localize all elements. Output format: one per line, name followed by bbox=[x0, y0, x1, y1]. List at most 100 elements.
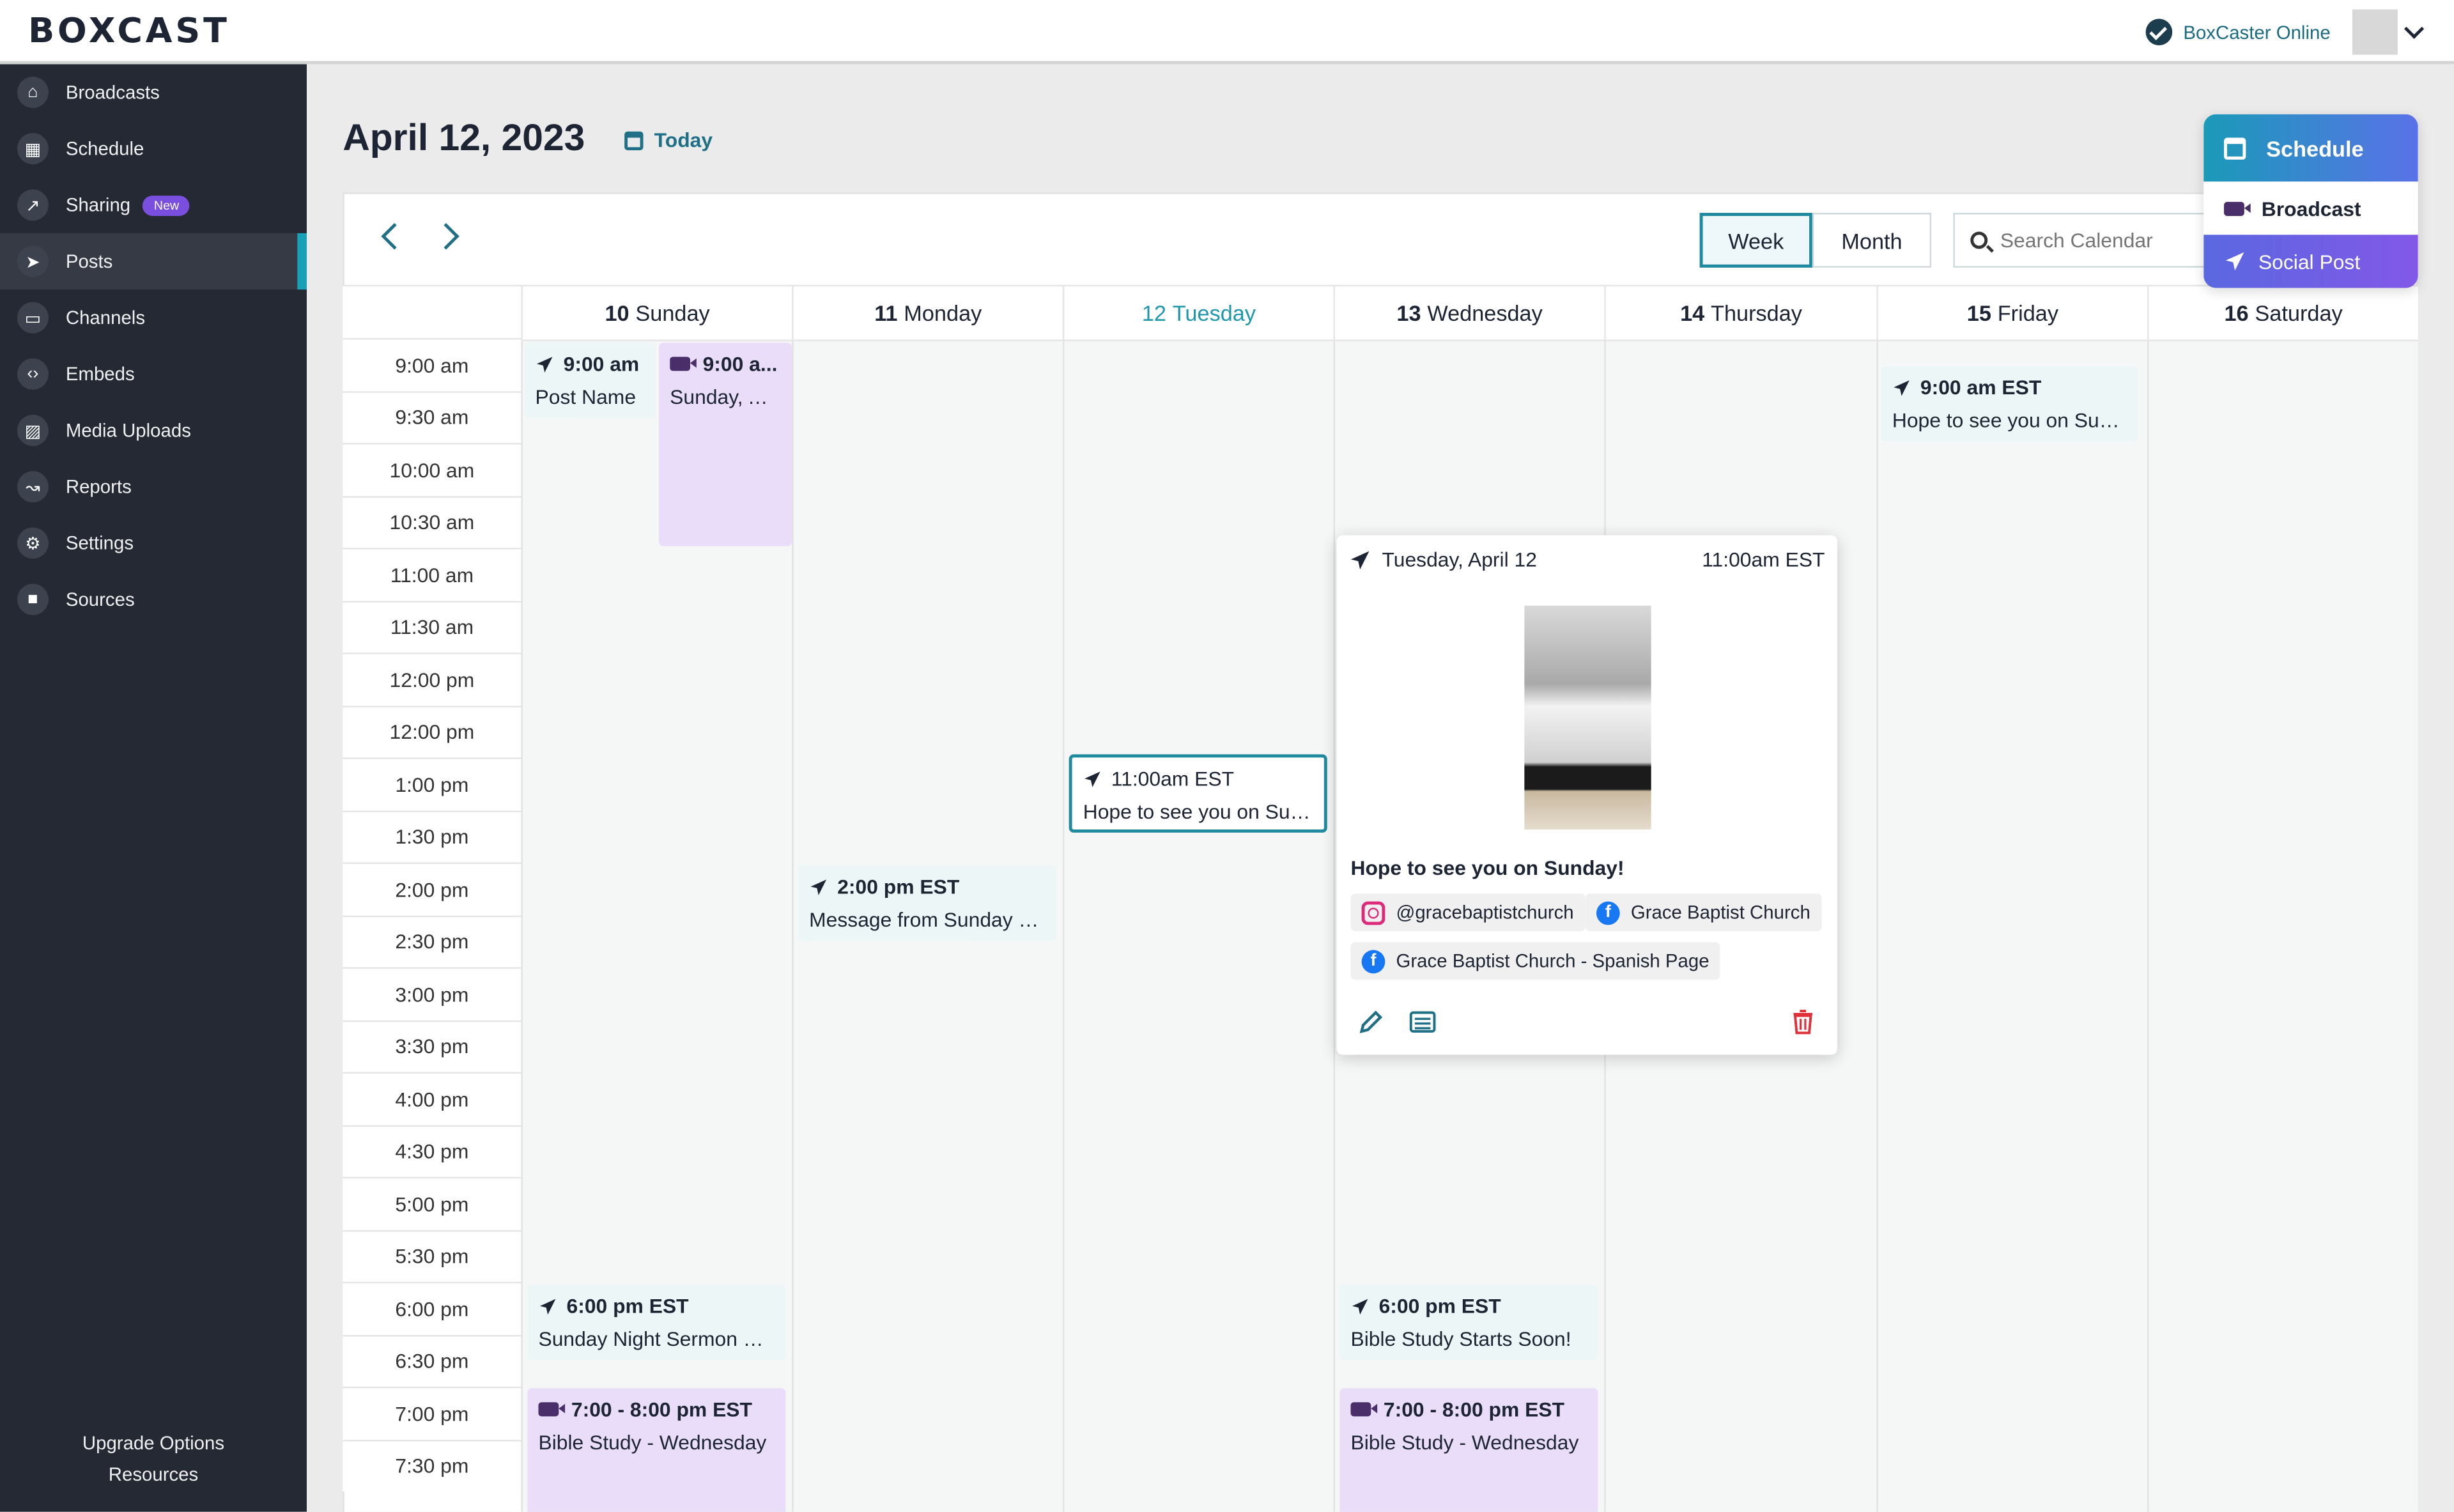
time-slot-label: 5:00 pm bbox=[343, 1176, 521, 1230]
sidebar-item-channels[interactable]: ▭ Channels bbox=[0, 289, 307, 346]
new-badge: New bbox=[143, 194, 190, 215]
time-slot-label: 10:00 am bbox=[343, 443, 521, 496]
search-icon bbox=[1970, 231, 1988, 249]
time-slot-label: 9:00 am bbox=[343, 337, 521, 391]
chevron-down-icon[interactable] bbox=[2404, 19, 2425, 39]
edit-pencil-icon[interactable] bbox=[1357, 1008, 1385, 1036]
day-header-today[interactable]: 12 Tuesday bbox=[1062, 284, 1334, 341]
sidebar: ⌂ Broadcasts ▦ Schedule ↗ Sharing New ➤ … bbox=[0, 64, 307, 1512]
video-camera-icon bbox=[670, 357, 697, 371]
status-label: BoxCaster Online bbox=[2183, 21, 2331, 43]
check-circle-icon bbox=[2145, 19, 2173, 46]
search-box bbox=[1953, 213, 2219, 268]
menu-item-social-post[interactable]: Social Post bbox=[2203, 235, 2418, 288]
schedule-button[interactable]: Schedule bbox=[2203, 114, 2418, 182]
sidebar-item-label: Sources bbox=[65, 588, 135, 611]
day-header[interactable]: 13 Wednesday bbox=[1333, 284, 1605, 341]
time-slot-label: 12:00 pm bbox=[343, 705, 521, 758]
search-input[interactable] bbox=[2000, 228, 2204, 252]
time-slot-label: 9:30 am bbox=[343, 390, 521, 444]
sidebar-item-label: Channels bbox=[65, 307, 146, 329]
day-column-saturday[interactable] bbox=[2147, 341, 2418, 1512]
selected-social-post-event[interactable]: 11:00am EST Hope to see you on Sun... bbox=[1069, 754, 1327, 833]
sidebar-item-label: Schedule bbox=[65, 137, 144, 160]
account-chip-instagram[interactable]: @gracebaptistchurch bbox=[1350, 893, 1585, 932]
broadcast-event[interactable]: 7:00 - 8:00 pm EST Bible Study - Wednesd… bbox=[527, 1388, 786, 1512]
sidebar-item-sharing[interactable]: ↗ Sharing New bbox=[0, 177, 307, 233]
instagram-icon bbox=[1361, 900, 1385, 925]
time-slot-label: 3:00 pm bbox=[343, 967, 521, 1020]
chart-icon: ↝ bbox=[17, 471, 49, 503]
details-list-icon[interactable] bbox=[1408, 1008, 1437, 1036]
time-slot-label: 4:00 pm bbox=[343, 1072, 521, 1125]
image-icon: ▨ bbox=[17, 414, 49, 446]
time-slot-label: 12:00 pm bbox=[343, 652, 521, 706]
social-post-event[interactable]: 9:00 am Post Name bbox=[524, 343, 656, 418]
paper-plane-icon bbox=[1352, 1298, 1368, 1314]
facebook-icon: f bbox=[1361, 949, 1385, 973]
month-view-button[interactable]: Month bbox=[1812, 213, 1932, 268]
day-column-tuesday[interactable] bbox=[1062, 341, 1334, 1512]
day-header[interactable]: 10 Sunday bbox=[521, 284, 792, 341]
sidebar-item-broadcasts[interactable]: ⌂ Broadcasts bbox=[0, 64, 307, 120]
social-post-event[interactable]: 6:00 pm EST Bible Study Starts Soon! bbox=[1339, 1284, 1598, 1361]
sidebar-item-reports[interactable]: ↝ Reports bbox=[0, 459, 307, 515]
gear-icon: ⚙ bbox=[17, 527, 49, 559]
time-slot-label: 5:30 pm bbox=[343, 1229, 521, 1282]
time-slot-label: 6:00 pm bbox=[343, 1281, 521, 1334]
sidebar-item-sources[interactable]: ■ Sources bbox=[0, 571, 307, 628]
boxcaster-status[interactable]: BoxCaster Online bbox=[2145, 19, 2331, 46]
social-post-event[interactable]: 6:00 pm EST Sunday Night Sermon St... bbox=[527, 1284, 786, 1361]
sidebar-item-media-uploads[interactable]: ▨ Media Uploads bbox=[0, 402, 307, 458]
paper-plane-icon bbox=[539, 1298, 556, 1314]
sidebar-item-label: Posts bbox=[65, 250, 113, 273]
account-chip-facebook[interactable]: f Grace Baptist Church bbox=[1585, 893, 1821, 932]
day-column-friday[interactable] bbox=[1876, 341, 2148, 1512]
time-slot-label: 1:00 pm bbox=[343, 757, 521, 810]
day-header[interactable]: 15 Friday bbox=[1876, 284, 2147, 341]
sidebar-item-label: Media Uploads bbox=[65, 419, 191, 442]
post-detail-popover: Tuesday, April 12 11:00am EST Hope to se… bbox=[1336, 535, 1838, 1055]
broadcast-event[interactable]: 9:00 a... Sunday, Ap... bbox=[659, 343, 792, 546]
paper-plane-icon bbox=[2225, 252, 2244, 271]
paper-plane-icon bbox=[537, 356, 553, 372]
view-toggle: Week Month bbox=[1699, 213, 1932, 268]
sidebar-item-posts[interactable]: ➤ Posts bbox=[0, 233, 307, 290]
paper-plane-icon bbox=[1084, 771, 1100, 787]
calendar-plus-icon bbox=[2224, 137, 2246, 159]
delete-trash-icon[interactable] bbox=[1789, 1008, 1817, 1036]
time-slot-label: 7:00 pm bbox=[343, 1386, 521, 1439]
social-post-event[interactable]: 9:00 am EST Hope to see you on Sun... bbox=[1881, 366, 2138, 442]
code-icon: ‹› bbox=[17, 358, 49, 390]
week-view-button[interactable]: Week bbox=[1699, 213, 1812, 268]
sidebar-item-settings[interactable]: ⚙ Settings bbox=[0, 515, 307, 571]
day-header[interactable]: 16 Saturday bbox=[2147, 284, 2418, 341]
account-chip-facebook-spanish[interactable]: f Grace Baptist Church - Spanish Page bbox=[1350, 942, 1720, 980]
upgrade-options-link[interactable]: Upgrade Options bbox=[0, 1432, 307, 1454]
sidebar-item-label: Broadcasts bbox=[65, 81, 160, 104]
video-camera-icon bbox=[2224, 201, 2251, 215]
post-image-thumbnail[interactable] bbox=[1524, 605, 1651, 829]
day-header[interactable]: 14 Thursday bbox=[1604, 284, 1876, 341]
time-slot-label: 11:00 am bbox=[343, 548, 521, 601]
avatar[interactable] bbox=[2352, 9, 2398, 55]
sidebar-item-embeds[interactable]: ‹› Embeds bbox=[0, 346, 307, 402]
boxcast-logo[interactable]: BOXCAST bbox=[28, 13, 230, 52]
video-camera-icon bbox=[1350, 1402, 1378, 1417]
schedule-dropdown-menu: Schedule Broadcast Social Post bbox=[2203, 114, 2418, 288]
day-header[interactable]: 11 Monday bbox=[792, 284, 1063, 341]
post-time: 11:00am EST bbox=[1702, 548, 1825, 571]
broadcast-event[interactable]: 7:00 - 8:00 pm EST Bible Study - Wednesd… bbox=[1339, 1388, 1598, 1512]
post-date: Tuesday, April 12 bbox=[1382, 548, 1537, 571]
time-slot-label: 7:30 pm bbox=[343, 1439, 521, 1492]
paper-plane-icon: ➤ bbox=[17, 245, 49, 277]
time-slot-label: 4:30 pm bbox=[343, 1124, 521, 1177]
time-slot-label: 11:30 am bbox=[343, 600, 521, 653]
social-post-event[interactable]: 2:00 pm EST Message from Sunday S... bbox=[798, 865, 1057, 941]
menu-item-broadcast[interactable]: Broadcast bbox=[2203, 181, 2418, 235]
resources-link[interactable]: Resources bbox=[0, 1463, 307, 1485]
monitor-icon: ▭ bbox=[17, 302, 49, 334]
sidebar-item-schedule[interactable]: ▦ Schedule bbox=[0, 121, 307, 177]
today-button[interactable]: Today bbox=[624, 128, 713, 152]
paper-plane-icon bbox=[810, 879, 827, 895]
